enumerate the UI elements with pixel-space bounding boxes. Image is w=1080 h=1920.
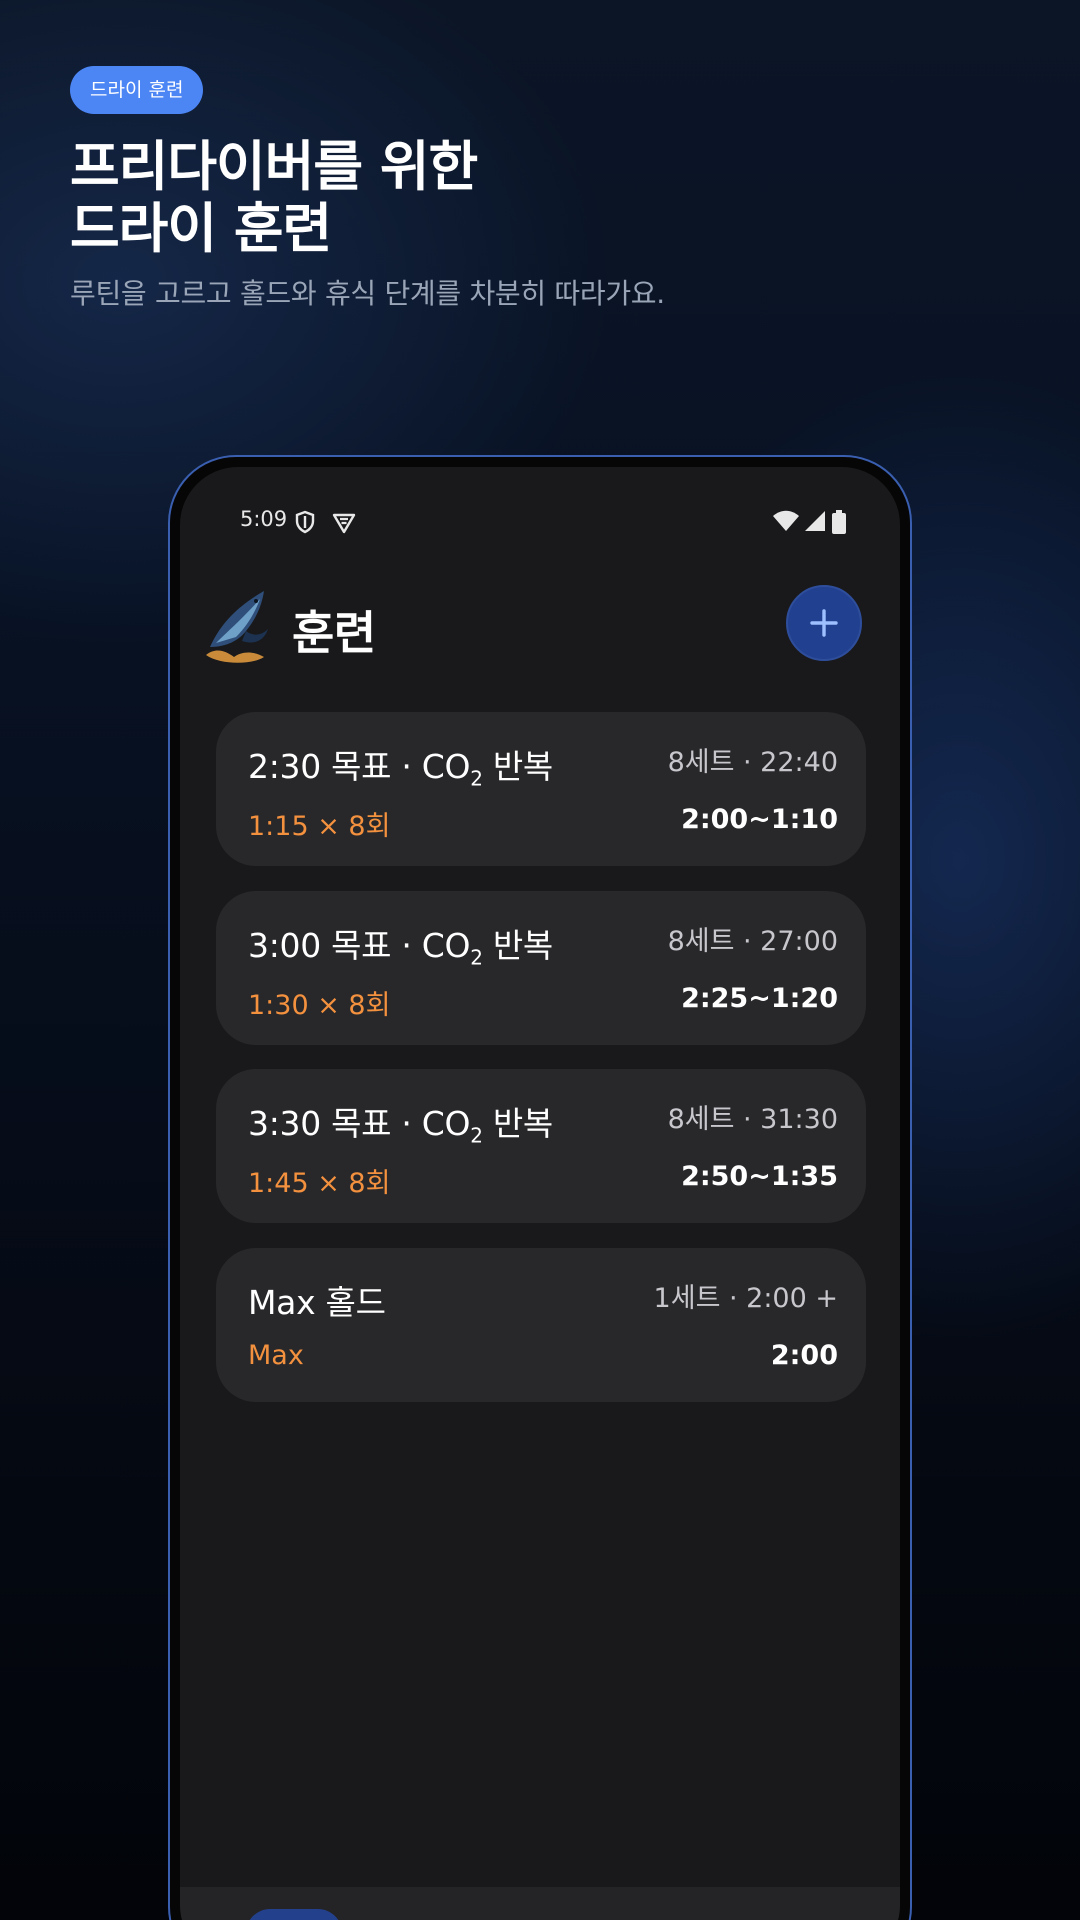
- headline: 프리다이버를 위한 드라이 훈련: [70, 136, 970, 260]
- routine-reps: 1:30 × 8회: [248, 990, 391, 1021]
- routine-range: 2:50~1:35: [681, 1161, 838, 1192]
- routine-reps: 1:15 × 8회: [248, 811, 391, 842]
- routine-title: 3:30 목표 · CO2 반복: [248, 1104, 553, 1148]
- subtitle: 루틴을 고르고 홀드와 휴식 단계를 차분히 따라가요.: [70, 277, 665, 310]
- app-header: 훈련: [180, 585, 900, 671]
- status-bar: 5:09: [180, 507, 900, 537]
- bottom-navigation: [180, 1887, 900, 1920]
- routine-range: 2:00: [770, 1340, 838, 1371]
- routine-reps: Max: [248, 1340, 304, 1371]
- phone-screen: 5:09 훈련 2:30 목표 · CO2 반복 8세트 · 22:40 1:1…: [180, 467, 900, 1920]
- headline-line-2: 드라이 훈련: [70, 197, 332, 260]
- routine-reps: 1:45 × 8회: [248, 1168, 391, 1199]
- routine-title: 3:00 목표 · CO2 반복: [248, 926, 553, 970]
- routine-meta: 1세트 · 2:00 +: [653, 1283, 838, 1314]
- nav-item-active[interactable]: [246, 1909, 342, 1920]
- headline-line-1: 프리다이버를 위한: [70, 135, 478, 198]
- routine-range: 2:00~1:10: [681, 804, 838, 835]
- category-chip: 드라이 훈련: [70, 66, 204, 114]
- wifi-icon: [773, 510, 799, 531]
- add-routine-button[interactable]: [786, 585, 862, 661]
- routine-range: 2:25~1:20: [681, 983, 838, 1014]
- routine-meta: 8세트 · 31:30: [667, 1104, 838, 1135]
- phone-frame: 5:09 훈련 2:30 목표 · CO2 반복 8세트 · 22:40 1:1…: [168, 455, 912, 1920]
- routine-meta: 8세트 · 27:00: [667, 926, 838, 957]
- routine-card[interactable]: 2:30 목표 · CO2 반복 8세트 · 22:40 1:15 × 8회 2…: [216, 712, 866, 866]
- routine-card[interactable]: Max 홀드 1세트 · 2:00 + Max 2:00: [216, 1248, 866, 1402]
- battery-icon: [832, 510, 846, 534]
- status-time: 5:09: [240, 507, 288, 531]
- routine-title: Max 홀드: [248, 1283, 386, 1322]
- app-title: 훈련: [292, 606, 376, 660]
- plus-icon: [810, 609, 838, 637]
- vpn-icon: [332, 513, 356, 534]
- shield-icon: [295, 510, 315, 534]
- whale-logo: [206, 591, 268, 663]
- routine-card[interactable]: 3:00 목표 · CO2 반복 8세트 · 27:00 1:30 × 8회 2…: [216, 891, 866, 1045]
- routine-card[interactable]: 3:30 목표 · CO2 반복 8세트 · 31:30 1:45 × 8회 2…: [216, 1069, 866, 1223]
- routine-meta: 8세트 · 22:40: [667, 747, 838, 778]
- signal-icon: [805, 511, 825, 531]
- routine-title: 2:30 목표 · CO2 반복: [248, 747, 553, 791]
